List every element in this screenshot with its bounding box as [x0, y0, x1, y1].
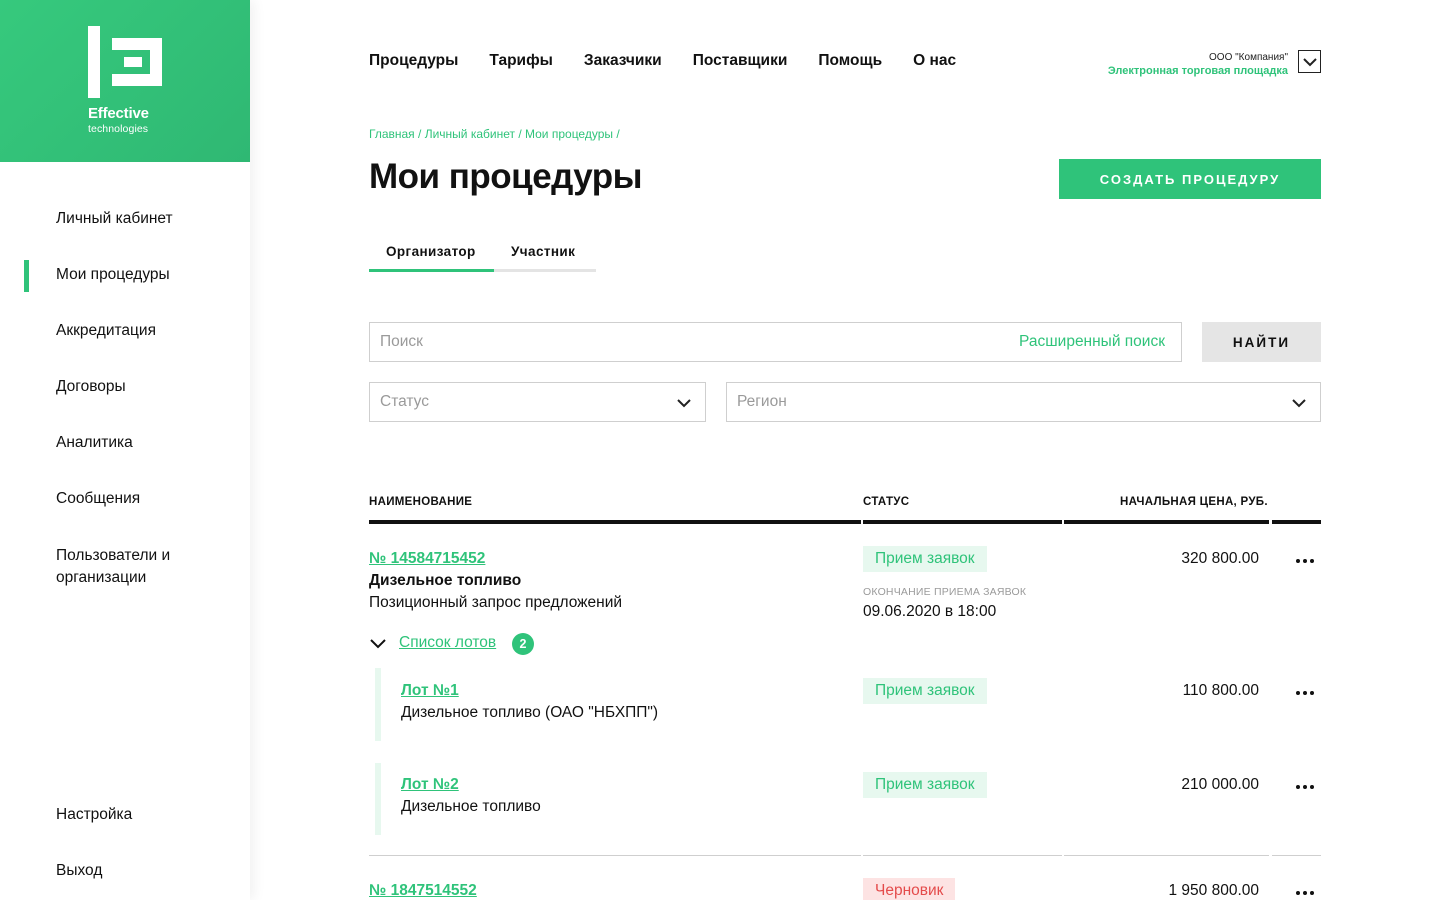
- logo-text: Effective: [88, 105, 149, 122]
- lot-indent-bar: [375, 668, 381, 741]
- header-divider: [1064, 520, 1269, 524]
- sidebar-item-logout[interactable]: Выход: [56, 860, 102, 882]
- breadcrumb: Главная / Личный кабинет / Мои процедуры…: [369, 127, 620, 141]
- logo-subtext: technologies: [88, 123, 149, 135]
- company-name: ООО "Компания": [1209, 52, 1288, 63]
- tab-participant[interactable]: Участник: [511, 244, 575, 259]
- header-divider: [1272, 520, 1321, 524]
- role-tabs: Организатор Участник: [369, 240, 596, 272]
- sidebar-item-settings[interactable]: Настройка: [56, 804, 132, 826]
- chevron-down-icon: [677, 399, 691, 408]
- column-header-name: НАИМЕНОВАНИЕ: [369, 496, 473, 508]
- procedure-name: Дизельное топливо: [369, 572, 522, 589]
- tab-active-indicator: [369, 269, 494, 272]
- company-subtitle: Электронная торговая площадка: [1107, 65, 1288, 77]
- sidebar-item-messages[interactable]: Сообщения: [56, 488, 140, 510]
- status-badge: Черновик: [863, 878, 956, 900]
- lot-price: 210 000.00: [1181, 776, 1259, 793]
- search-input[interactable]: [370, 323, 990, 361]
- row-divider: [1272, 855, 1321, 856]
- breadcrumb-home[interactable]: Главная: [369, 127, 415, 141]
- sidebar-item-analytics[interactable]: Аналитика: [56, 432, 133, 454]
- more-options-icon[interactable]: [1293, 781, 1317, 793]
- breadcrumb-my-procedures[interactable]: Мои процедуры: [525, 127, 613, 141]
- status-badge: Прием заявок: [863, 772, 987, 798]
- region-select[interactable]: Регион: [726, 382, 1321, 422]
- logo-mark-icon: [88, 26, 162, 98]
- sidebar: Effective technologies Личный кабинет Мо…: [0, 0, 250, 900]
- lots-count-badge: 2: [512, 633, 534, 655]
- more-options-icon[interactable]: [1293, 555, 1317, 567]
- column-header-status: СТАТУС: [863, 496, 910, 508]
- sidebar-item-my-procedures[interactable]: Мои процедуры: [56, 264, 170, 286]
- lot-number-link[interactable]: Лот №1: [401, 682, 459, 700]
- sidebar-item-cabinet[interactable]: Личный кабинет: [56, 208, 173, 230]
- procedure-number-link[interactable]: № 1847514552: [369, 882, 477, 900]
- create-procedure-button[interactable]: СОЗДАТЬ ПРОЦЕДУРУ: [1059, 159, 1321, 199]
- column-header-price: НАЧАЛЬНАЯ ЦЕНА, РУБ.: [1120, 496, 1268, 508]
- status-badge: Прием заявок: [863, 546, 987, 572]
- tab-organizer[interactable]: Организатор: [386, 244, 476, 259]
- row-divider: [863, 855, 1062, 856]
- more-options-icon[interactable]: [1293, 887, 1317, 899]
- sidebar-item-accreditation[interactable]: Аккредитация: [56, 320, 156, 342]
- procedure-type: Позиционный запрос предложений: [369, 594, 623, 611]
- lot-indent-bar: [375, 763, 381, 835]
- nav-suppliers[interactable]: Поставщики: [693, 52, 788, 70]
- nav-tariffs[interactable]: Тарифы: [489, 52, 553, 70]
- company-dropdown-button[interactable]: [1298, 50, 1321, 73]
- lot-name: Дизельное топливо: [401, 798, 541, 815]
- status-select[interactable]: Статус: [369, 382, 706, 422]
- procedure-number-link[interactable]: № 14584715452: [369, 550, 485, 568]
- advanced-search-link[interactable]: Расширенный поиск: [1019, 333, 1165, 351]
- status-select-placeholder: Статус: [380, 393, 429, 410]
- find-button[interactable]: НАЙТИ: [1202, 322, 1321, 362]
- nav-procedures[interactable]: Процедуры: [369, 52, 458, 70]
- search-box: Расширенный поиск: [369, 322, 1182, 362]
- header-divider: [863, 520, 1062, 524]
- nav-about[interactable]: О нас: [913, 52, 956, 70]
- chevron-down-icon: [1292, 399, 1306, 408]
- logo[interactable]: Effective technologies: [0, 0, 250, 162]
- sidebar-item-contracts[interactable]: Договоры: [56, 376, 126, 398]
- chevron-down-icon: [1302, 57, 1317, 66]
- lot-name: Дизельное топливо (ОАО "НБХПП"): [401, 704, 659, 721]
- region-select-placeholder: Регион: [737, 393, 787, 410]
- top-nav: Процедуры Тарифы Заказчики Поставщики По…: [369, 52, 987, 70]
- lot-price: 110 800.00: [1182, 682, 1259, 699]
- sidebar-item-users-orgs[interactable]: Пользователи и организации: [56, 545, 206, 589]
- row-divider: [369, 855, 861, 856]
- row-divider: [1064, 855, 1269, 856]
- header-divider: [369, 520, 861, 524]
- nav-customers[interactable]: Заказчики: [584, 52, 662, 70]
- sidebar-active-indicator: [24, 260, 29, 292]
- start-price: 1 950 800.00: [1168, 882, 1259, 899]
- more-options-icon[interactable]: [1293, 687, 1317, 699]
- breadcrumb-cabinet[interactable]: Личный кабинет: [425, 127, 515, 141]
- company-info[interactable]: ООО "Компания" Электронная торговая площ…: [1108, 52, 1288, 77]
- lots-list-link[interactable]: Список лотов: [399, 634, 496, 652]
- chevron-down-icon[interactable]: [369, 634, 387, 652]
- nav-help[interactable]: Помощь: [818, 52, 882, 70]
- page-title: Мои процедуры: [369, 157, 643, 196]
- start-price: 320 800.00: [1181, 550, 1259, 567]
- lot-number-link[interactable]: Лот №2: [401, 776, 459, 794]
- status-badge: Прием заявок: [863, 678, 987, 704]
- deadline-value: 09.06.2020 в 18:00: [863, 603, 997, 620]
- deadline-label: ОКОНЧАНИЕ ПРИЕМА ЗАЯВОК: [863, 586, 1027, 598]
